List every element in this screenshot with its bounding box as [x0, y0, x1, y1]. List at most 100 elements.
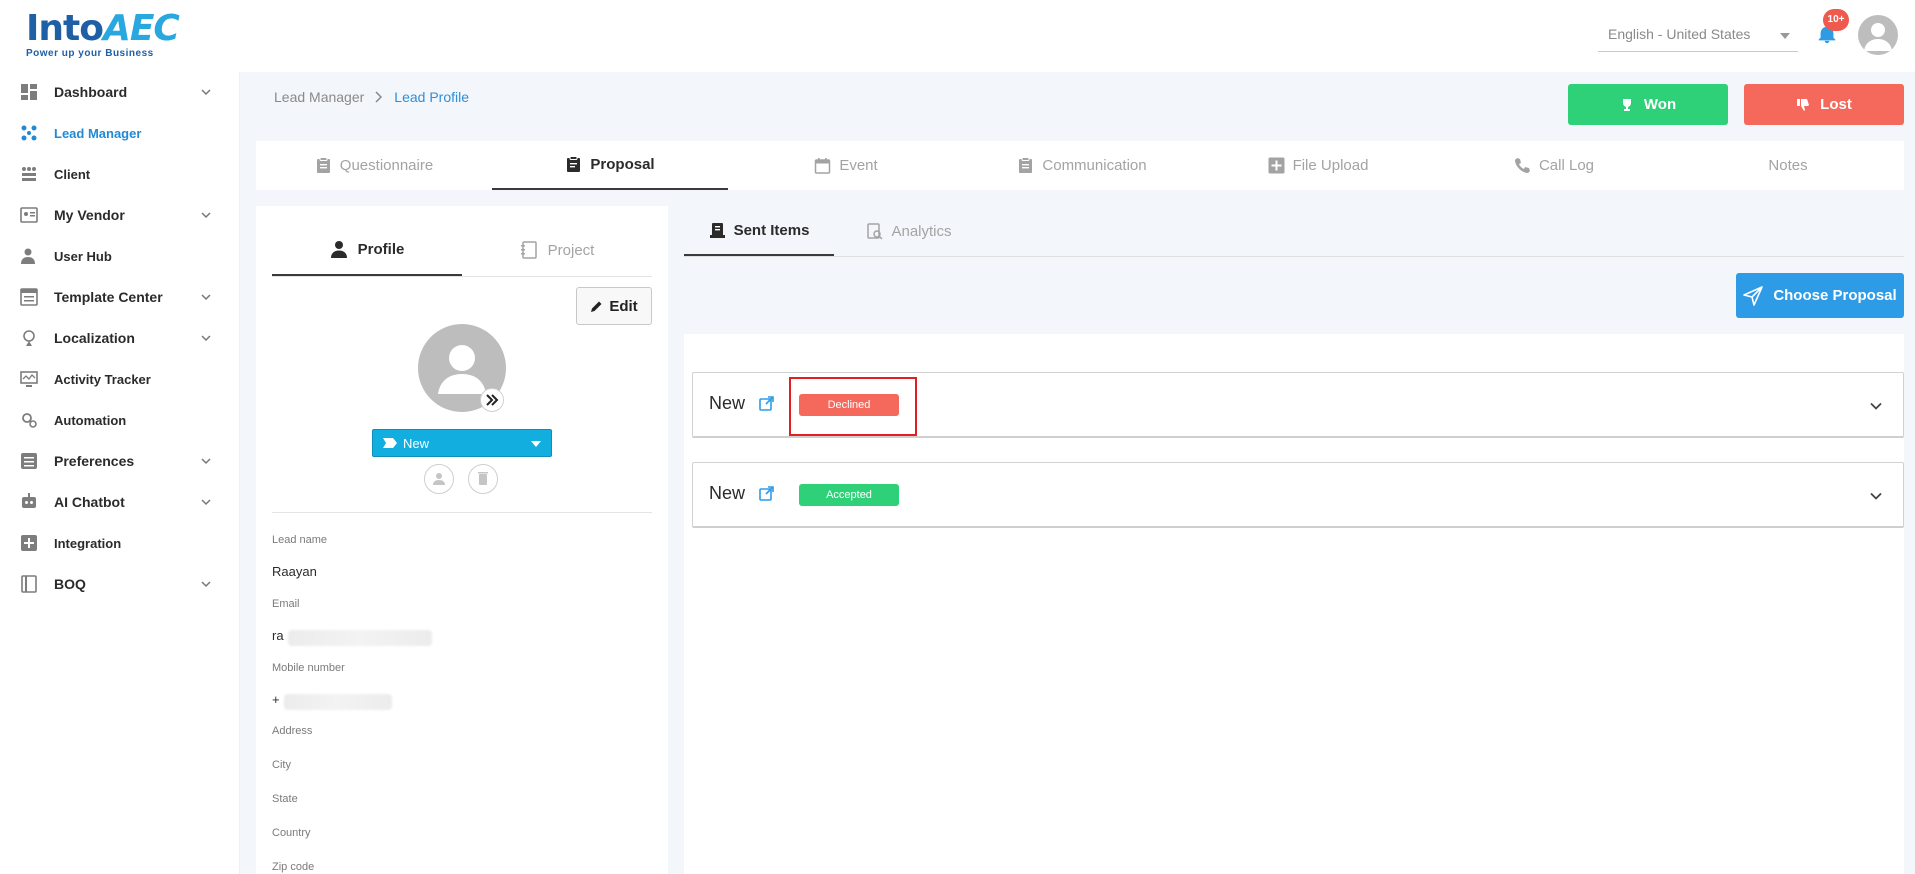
- double-chevron-right-icon[interactable]: [480, 388, 504, 412]
- sidebar-item-integration[interactable]: Integration: [0, 523, 240, 563]
- tab-sent-items[interactable]: Sent Items: [684, 206, 834, 256]
- mobile-number-value: +: [272, 692, 280, 707]
- chevron-down-icon: [201, 581, 211, 588]
- tab-questionnaire[interactable]: Questionnaire: [256, 141, 492, 190]
- breadcrumb-lead-profile: Lead Profile: [394, 89, 470, 105]
- sidebar-item-label: Preferences: [54, 453, 135, 469]
- external-link-icon[interactable]: [759, 486, 774, 501]
- choose-proposal-button[interactable]: Choose Proposal: [1736, 273, 1904, 318]
- logo[interactable]: IntoAEC Power up your Business: [26, 8, 180, 60]
- pencil-icon: [591, 301, 602, 312]
- lead-tabs: Questionnaire Proposal Event Communicati…: [256, 141, 1904, 190]
- tab-label: Questionnaire: [339, 157, 434, 174]
- sidebar-item-label: Localization: [54, 330, 135, 346]
- analytics-icon: [867, 222, 884, 240]
- email-label: Email: [272, 598, 300, 610]
- tab-notes[interactable]: Notes: [1672, 141, 1904, 190]
- tab-label: Project: [547, 241, 595, 259]
- sidebar-item-lead-manager[interactable]: Lead Manager: [0, 113, 240, 153]
- tab-call-log[interactable]: Call Log: [1436, 141, 1672, 190]
- notification-badge: 10+: [1823, 9, 1849, 31]
- user-avatar[interactable]: [1858, 15, 1898, 55]
- won-button[interactable]: Won: [1568, 84, 1728, 125]
- chevron-right-icon: [375, 91, 383, 103]
- vendor-icon: [20, 207, 38, 223]
- lost-button[interactable]: Lost: [1744, 84, 1904, 125]
- sidebar-item-label: AI Chatbot: [54, 494, 125, 510]
- proposal-title: New: [709, 393, 746, 413]
- divider: [272, 512, 652, 513]
- tab-proposal[interactable]: Proposal: [492, 141, 728, 190]
- sidebar-item-preferences[interactable]: Preferences: [0, 441, 240, 481]
- tab-divider: [272, 276, 652, 277]
- user-icon: [1864, 23, 1892, 51]
- assign-user-button[interactable]: [424, 464, 454, 494]
- trophy-icon: [1622, 98, 1631, 111]
- breadcrumb-lead-manager[interactable]: Lead Manager: [274, 89, 364, 105]
- sidebar-item-label: User Hub: [54, 248, 112, 264]
- sidebar-item-label: Client: [54, 166, 91, 182]
- delete-lead-button[interactable]: [468, 464, 498, 494]
- tab-file-upload[interactable]: File Upload: [1200, 141, 1436, 190]
- redacted-mobile: [284, 694, 392, 710]
- tab-project[interactable]: Project: [462, 224, 652, 276]
- logo-tagline: Power up your Business: [26, 48, 154, 59]
- external-link-icon[interactable]: [759, 396, 774, 411]
- clipboard-edit-icon: [567, 156, 581, 172]
- proposal-pane: Sent Items Analytics Choose Proposal New…: [684, 206, 1904, 874]
- sidebar-item-user-hub[interactable]: User Hub: [0, 236, 240, 276]
- sidebar-item-label: Automation: [54, 412, 127, 428]
- tab-divider: [684, 256, 1904, 257]
- mobile-number-label: Mobile number: [272, 662, 345, 674]
- chevron-down-icon[interactable]: [1869, 489, 1883, 503]
- sidebar-item-template-center[interactable]: Template Center: [0, 277, 240, 317]
- automation-gear-icon: [22, 413, 37, 428]
- language-select[interactable]: English - United States: [1598, 20, 1798, 52]
- won-label: Won: [1643, 96, 1677, 113]
- redacted-email: [288, 630, 432, 646]
- chevron-down-icon: [1780, 33, 1790, 39]
- clipboard-icon: [1019, 157, 1033, 173]
- lead-status-select[interactable]: New: [372, 429, 552, 457]
- sidebar-item-client[interactable]: Client: [0, 154, 240, 194]
- lost-label: Lost: [1820, 96, 1852, 113]
- sidebar-item-label: BOQ: [54, 576, 86, 592]
- integration-plus-icon: [21, 535, 37, 551]
- clipboard-icon: [316, 157, 330, 173]
- sidebar-item-boq[interactable]: BOQ: [0, 564, 240, 604]
- client-group-icon: [22, 167, 36, 181]
- chevron-down-icon: [201, 335, 211, 342]
- zip-code-label: Zip code: [272, 861, 315, 873]
- user-assign-icon: [433, 473, 445, 485]
- logo-main: Into: [26, 8, 104, 49]
- sidebar-item-my-vendor[interactable]: My Vendor: [0, 195, 240, 235]
- proposal-item[interactable]: New Declined: [692, 372, 1904, 438]
- edit-button[interactable]: Edit: [576, 287, 652, 325]
- sidebar-item-label: Activity Tracker: [54, 371, 151, 387]
- sidebar-item-localization[interactable]: Localization: [0, 318, 240, 358]
- tag-icon: [383, 438, 397, 448]
- sidebar-item-dashboard[interactable]: Dashboard: [0, 72, 240, 112]
- country-label: Country: [272, 827, 311, 839]
- sidebar-item-label: Dashboard: [54, 84, 128, 100]
- tab-label: Profile: [357, 240, 405, 258]
- tab-label: Event: [839, 157, 878, 174]
- sidebar-item-ai-chatbot[interactable]: AI Chatbot: [0, 482, 240, 522]
- tab-communication[interactable]: Communication: [964, 141, 1200, 190]
- sent-documents-icon: [709, 222, 725, 238]
- tab-event[interactable]: Event: [728, 141, 964, 190]
- sidebar-item-automation[interactable]: Automation: [0, 400, 240, 440]
- boq-book-icon: [21, 575, 37, 593]
- tab-profile[interactable]: Profile: [272, 224, 462, 276]
- status-badge-declined: Declined: [799, 394, 899, 416]
- chevron-down-icon[interactable]: [1869, 399, 1883, 413]
- choose-proposal-label: Choose Proposal: [1773, 287, 1897, 304]
- user-icon: [21, 248, 35, 264]
- project-document-icon: [520, 241, 537, 259]
- tab-label: Communication: [1042, 157, 1147, 174]
- chevron-down-icon: [201, 499, 211, 506]
- proposal-item[interactable]: New Accepted: [692, 462, 1904, 528]
- sidebar-item-activity-tracker[interactable]: Activity Tracker: [0, 359, 240, 399]
- tab-analytics[interactable]: Analytics: [834, 206, 984, 256]
- tab-label: Sent Items: [733, 221, 810, 239]
